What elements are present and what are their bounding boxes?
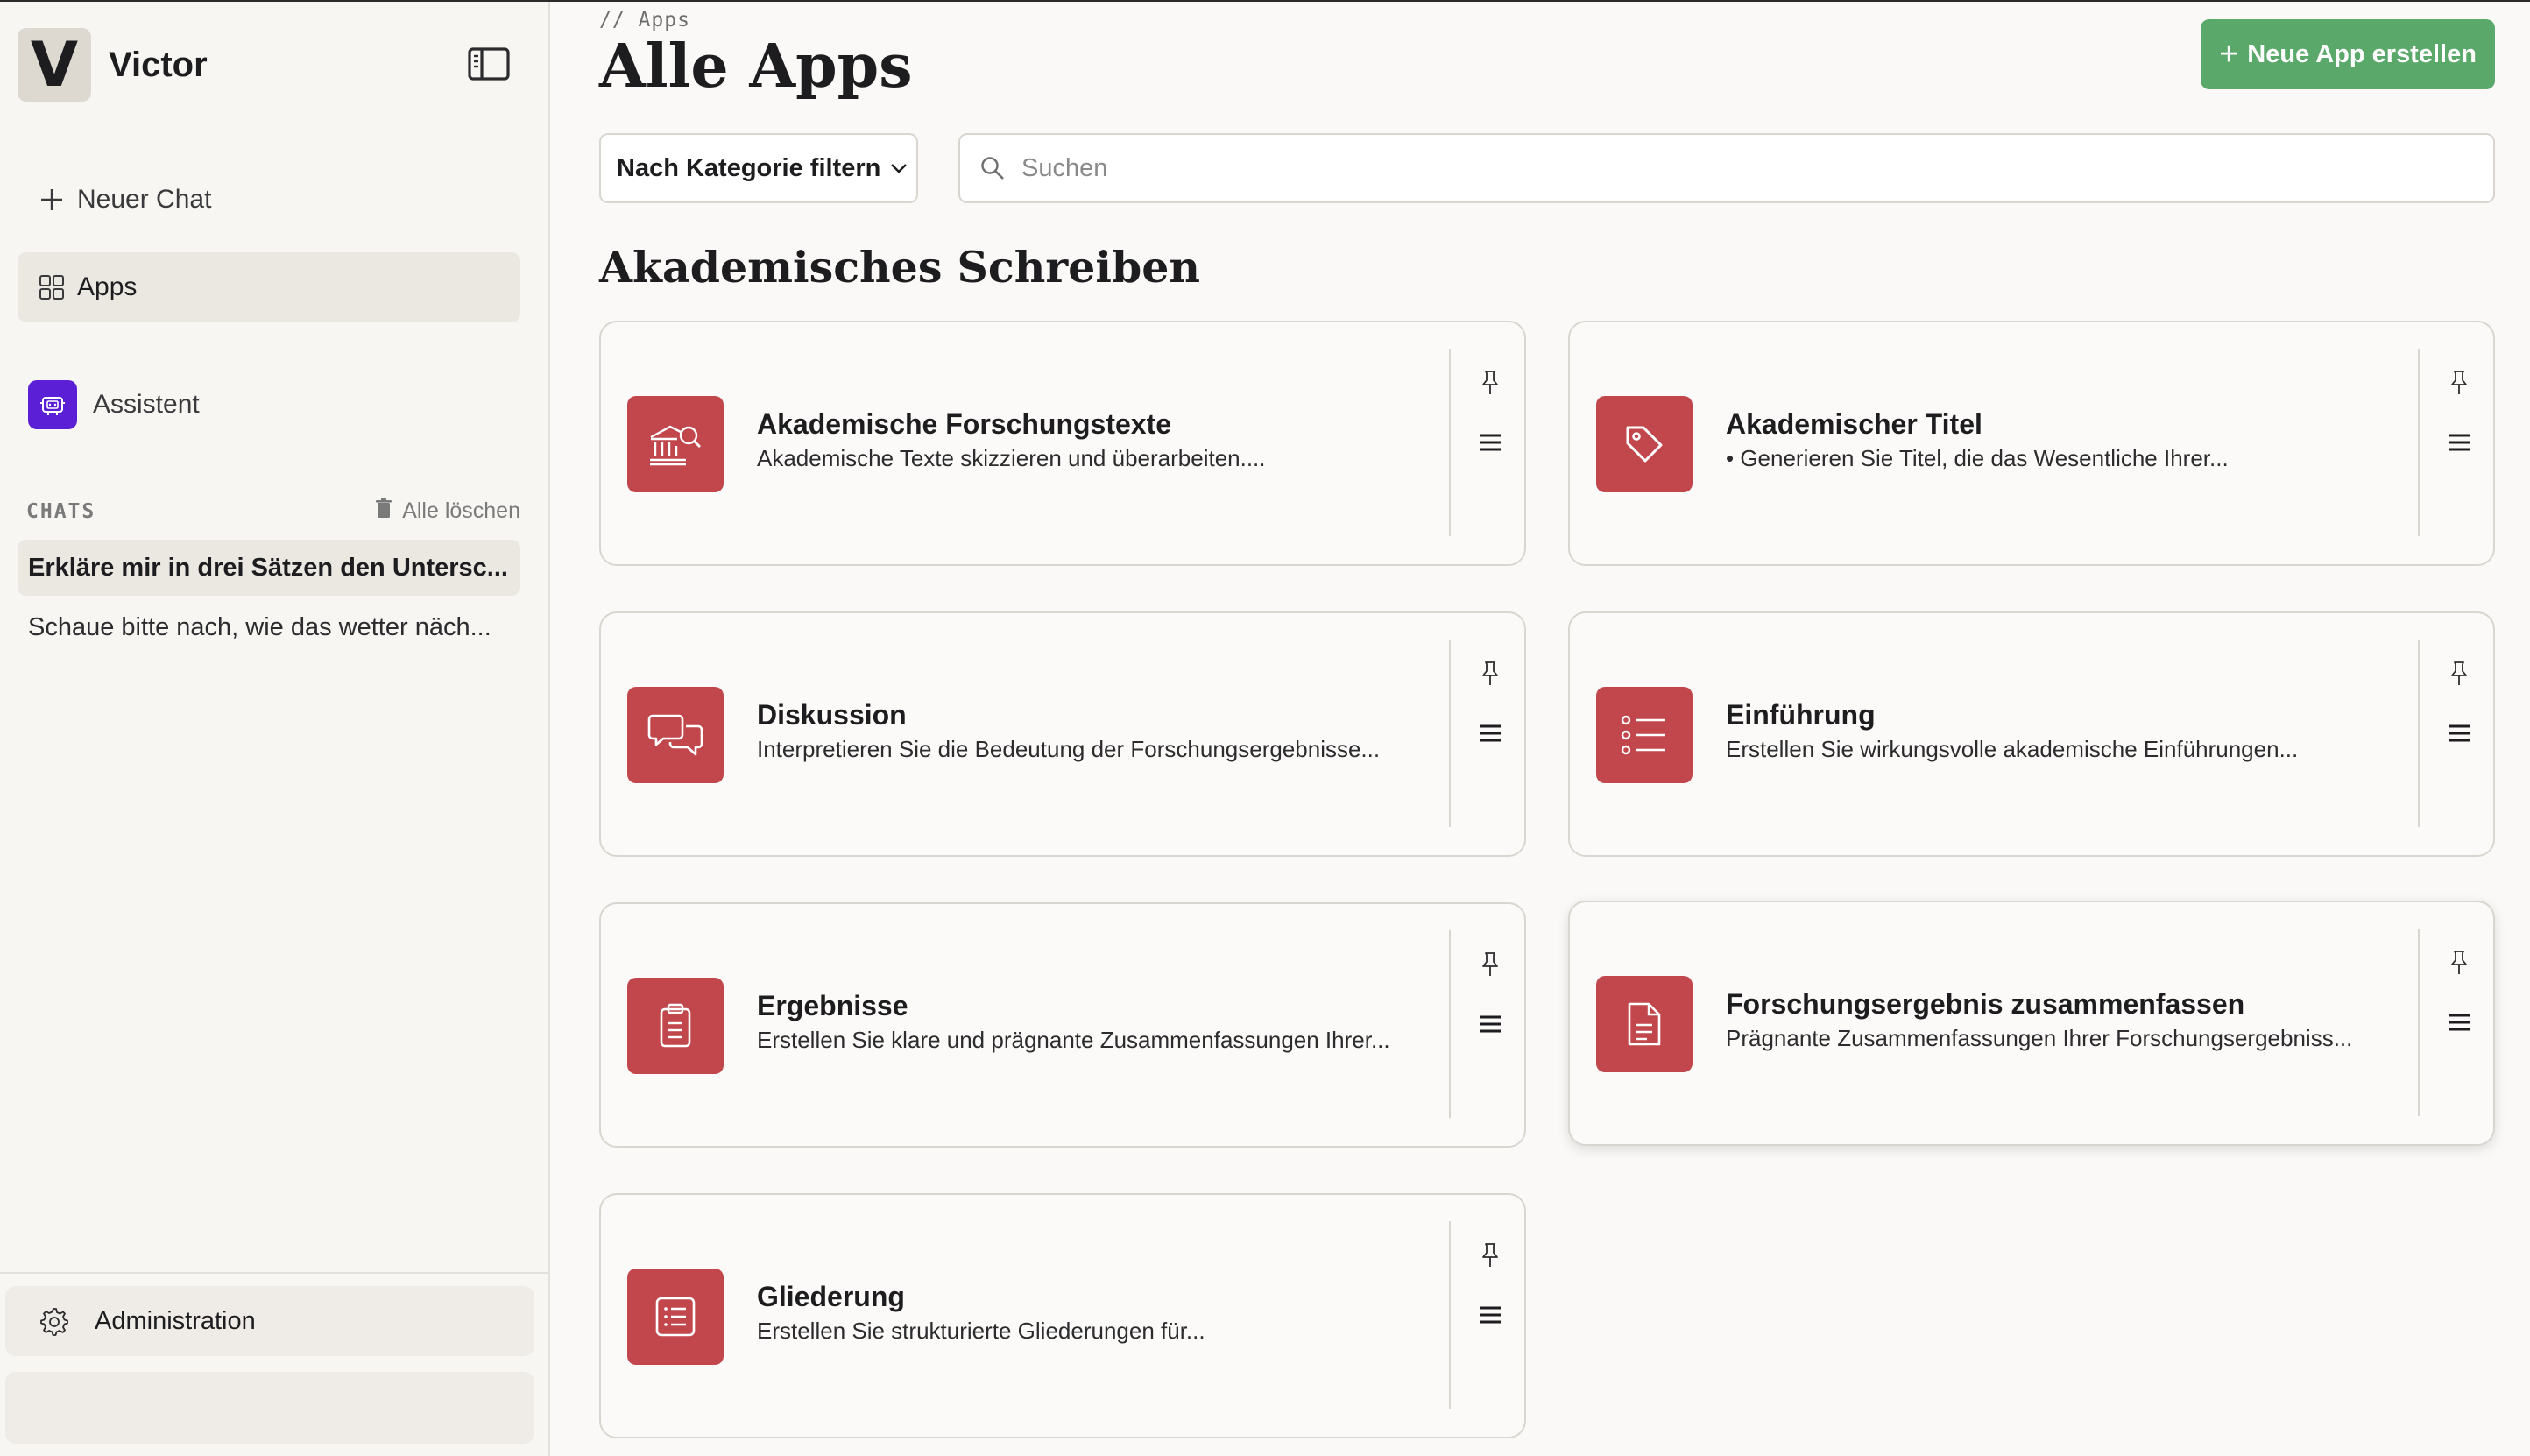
app-card-title: Diskussion	[757, 699, 907, 731]
clipboard-icon	[627, 978, 724, 1074]
outline-icon	[627, 1269, 724, 1365]
category-filter-label: Nach Kategorie filtern	[617, 153, 881, 182]
pin-icon[interactable]	[1477, 368, 1503, 398]
app-card-description: Erstellen Sie strukturierte Gliederungen…	[757, 1318, 1205, 1344]
app-card-title: Einführung	[1726, 699, 1876, 731]
category-filter-dropdown[interactable]: Nach Kategorie filtern	[599, 133, 918, 203]
search-icon	[979, 155, 1006, 181]
pin-icon[interactable]	[1477, 1240, 1503, 1270]
administration-button[interactable]: Administration	[5, 1286, 534, 1356]
document-icon	[1596, 976, 1693, 1072]
pin-icon[interactable]	[2446, 948, 2472, 978]
app-card-description: Erstellen Sie klare und prägnante Zusamm…	[757, 1027, 1390, 1053]
menu-icon[interactable]	[1477, 1302, 1503, 1328]
chat-item[interactable]: Erkläre mir in drei Sätzen den Untersc..…	[18, 540, 520, 596]
section-title: Akademisches Schreiben	[599, 242, 1200, 293]
menu-icon[interactable]	[1477, 429, 1503, 456]
trash-icon	[374, 498, 393, 525]
apps-label: Apps	[77, 272, 138, 301]
brand[interactable]: V Victor	[18, 28, 208, 102]
app-card[interactable]: Diskussion Interpretieren Sie die Bedeut…	[599, 611, 1526, 857]
app-card[interactable]: Akademischer Titel • Generieren Sie Tite…	[1568, 321, 2495, 566]
pin-icon[interactable]	[2446, 368, 2472, 398]
menu-icon[interactable]	[2446, 429, 2472, 456]
menu-icon[interactable]	[1477, 720, 1503, 746]
gear-icon	[39, 1306, 68, 1336]
divider	[2418, 349, 2420, 536]
app-card[interactable]: Einführung Erstellen Sie wirkungsvolle a…	[1568, 611, 2495, 857]
list-icon	[1596, 687, 1693, 783]
app-card[interactable]: Ergebnisse Erstellen Sie klare und prägn…	[599, 902, 1526, 1148]
app-card-description: • Generieren Sie Titel, die das Wesentli…	[1726, 445, 2229, 471]
divider	[1449, 1221, 1451, 1409]
sidebar-item-assistant[interactable]: Assistent	[18, 370, 520, 440]
menu-icon[interactable]	[1477, 1011, 1503, 1037]
app-card-title: Ergebnisse	[757, 990, 908, 1021]
pin-icon[interactable]	[1477, 950, 1503, 979]
new-app-label: Neue App erstellen	[2247, 39, 2477, 68]
brand-logo: V	[18, 28, 91, 102]
tag-icon	[1596, 396, 1693, 492]
new-chat-label: Neuer Chat	[77, 185, 212, 214]
app-card-description: Akademische Texte skizzieren und überarb…	[757, 445, 1266, 471]
breadcrumb: // Apps	[599, 9, 690, 32]
divider	[1449, 930, 1451, 1118]
new-app-button[interactable]: + Neue App erstellen	[2201, 19, 2495, 89]
academic-research-icon	[627, 396, 724, 492]
plus-icon	[37, 185, 67, 215]
app-card-title: Forschungsergebnis zusammenfassen	[1726, 988, 2245, 1020]
app-card[interactable]: Gliederung Erstellen Sie strukturierte G…	[599, 1193, 1526, 1438]
app-card[interactable]: Akademische Forschungstexte Akademische …	[599, 321, 1526, 566]
divider	[2418, 640, 2420, 827]
pin-icon[interactable]	[1477, 659, 1503, 689]
robot-icon	[28, 380, 77, 429]
divider	[0, 1272, 548, 1274]
app-card-title: Akademischer Titel	[1726, 408, 1982, 440]
search-input[interactable]	[1021, 153, 2423, 183]
grid-icon	[37, 272, 67, 302]
chats-header: CHATS Alle löschen	[26, 498, 520, 525]
divider	[1449, 349, 1451, 536]
sidebar: V Victor Neuer Chat Apps Assistent CHATS…	[0, 2, 550, 1456]
menu-icon[interactable]	[2446, 720, 2472, 746]
brand-name: Victor	[109, 45, 208, 84]
app-card-description: Erstellen Sie wirkungsvolle akademische …	[1726, 736, 2299, 762]
sidebar-toggle-icon[interactable]	[466, 46, 512, 82]
menu-icon[interactable]	[2446, 1009, 2472, 1035]
chevron-down-icon	[889, 162, 908, 174]
delete-all-label: Alle löschen	[402, 498, 520, 523]
divider	[1449, 640, 1451, 827]
app-card-description: Prägnante Zusammenfassungen Ihrer Forsch…	[1726, 1025, 2353, 1051]
pin-icon[interactable]	[2446, 659, 2472, 689]
delete-all-button[interactable]: Alle löschen	[374, 498, 520, 525]
chat-item[interactable]: Schaue bitte nach, wie das wetter näch..…	[18, 599, 520, 655]
app-card-description: Interpretieren Sie die Bedeutung der For…	[757, 736, 1381, 762]
chats-label: CHATS	[26, 499, 96, 523]
app-card-title: Gliederung	[757, 1281, 905, 1312]
page-title: Alle Apps	[599, 32, 913, 102]
search-box[interactable]	[958, 133, 2495, 203]
administration-label: Administration	[95, 1306, 256, 1335]
app-card-title: Akademische Forschungstexte	[757, 408, 1172, 440]
chat-bubbles-icon	[627, 687, 724, 783]
user-profile-slot[interactable]	[5, 1372, 534, 1444]
new-chat-button[interactable]: Neuer Chat	[18, 165, 520, 235]
app-card[interactable]: Forschungsergebnis zusammenfassen Prägna…	[1568, 901, 2495, 1146]
assistant-label: Assistent	[93, 390, 200, 419]
divider	[2418, 929, 2420, 1116]
sidebar-item-apps[interactable]: Apps	[18, 252, 520, 322]
plus-icon: +	[2219, 35, 2239, 73]
